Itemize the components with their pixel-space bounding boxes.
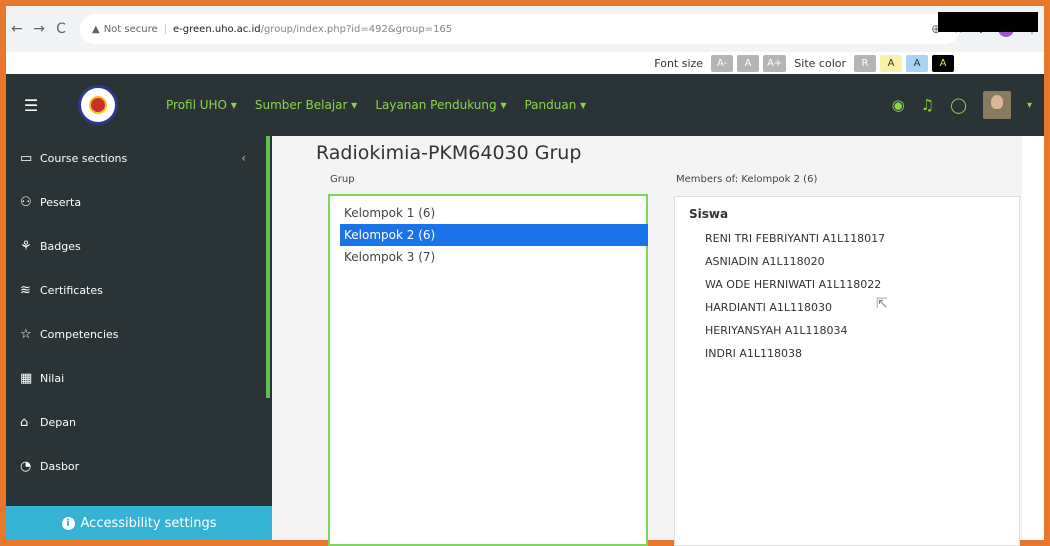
nav-sumber-belajar-label: Sumber Belajar	[254, 98, 348, 112]
sidebar-item-label: Nilai	[40, 371, 65, 385]
sidebar-item-label: Course sections	[40, 151, 128, 165]
font-decrease-button[interactable]: A-	[711, 54, 734, 72]
url-path: /group/index.php?id=492&group=165	[260, 23, 453, 35]
sidebar-item-label: Certificates	[40, 283, 103, 297]
nav-panduan[interactable]: Panduan ▾	[524, 98, 586, 112]
chat-bubble-icon[interactable]: ◯	[950, 96, 967, 114]
sidebar-item-label: Peserta	[40, 195, 82, 209]
gauge-icon: ◔	[20, 458, 32, 474]
sidebar-item-label: Badges	[40, 239, 81, 253]
sidebar-item-nilai[interactable]: ▦ Nilai	[6, 356, 272, 400]
sidebar-item-peserta[interactable]: ⚇ Peserta	[6, 180, 272, 224]
main-content: Radiokimia-PKM64030 Grup Grup Members of…	[272, 136, 1044, 546]
folder-icon: ▭	[20, 150, 33, 166]
window-controls-overlay	[938, 12, 1038, 32]
accessibility-toolbar: Font size A- A A+ Site color R A A A	[6, 52, 1044, 74]
nav-panduan-label: Panduan	[524, 98, 577, 112]
security-indicator[interactable]: Not secure	[104, 24, 158, 35]
member-item: RENI TRI FEBRIYANTI A1L118017	[705, 232, 886, 245]
font-size-label: Font size	[654, 56, 704, 70]
user-menu-caret-icon[interactable]: ▾	[1027, 100, 1032, 111]
accessibility-settings-label: Accessibility settings	[80, 515, 217, 531]
nav-profil-uho-label: Profil UHO	[166, 98, 227, 112]
nav-profil-uho[interactable]: Profil UHO ▾	[166, 98, 237, 112]
user-avatar[interactable]	[982, 91, 1011, 119]
navbar-icons: ◉ ♫ ◯ ▾	[892, 74, 1032, 136]
group-select-label: Grup	[330, 174, 355, 185]
reload-icon[interactable]: C	[50, 21, 72, 37]
color-black-button[interactable]: A	[932, 54, 954, 72]
sidebar-item-dasbor[interactable]: ◔ Dasbor	[6, 444, 272, 488]
globe-icon[interactable]: ◉	[892, 96, 905, 114]
site-navbar: ☰ Profil UHO ▾ Sumber Belajar ▾ Layanan …	[6, 74, 1044, 136]
chevron-down-icon: ▾	[351, 98, 358, 112]
member-item: HERIYANSYAH A1L118034	[705, 324, 848, 337]
warning-icon: ▲	[92, 23, 100, 35]
page-title: Radiokimia-PKM64030 Grup	[316, 142, 582, 164]
member-item: INDRI A1L118038	[705, 347, 802, 360]
members-role-heading: Siswa	[689, 207, 729, 221]
site-color-label: Site color	[794, 56, 846, 70]
group-option-kelompok-3[interactable]: Kelompok 3 (7)	[342, 246, 634, 268]
group-option-kelompok-1[interactable]: Kelompok 1 (6)	[342, 202, 634, 224]
info-icon: i	[61, 516, 75, 530]
url-host: e-green.uho.ac.id	[173, 23, 261, 35]
back-icon[interactable]: ←	[6, 21, 28, 37]
color-blue-button[interactable]: A	[906, 54, 928, 72]
collapse-chevron-icon[interactable]: ‹	[241, 151, 246, 165]
sidebar-scroll-accent	[266, 136, 270, 398]
home-icon: ⌂	[20, 414, 29, 430]
members-list: Siswa RENI TRI FEBRIYANTI A1L118017 ASNI…	[674, 196, 1020, 546]
font-reset-button[interactable]: A	[737, 54, 760, 72]
sidebar-item-competencies[interactable]: ☆ Competencies	[6, 312, 272, 356]
chevron-down-icon: ▾	[230, 98, 237, 112]
group-option-kelompok-2[interactable]: Kelompok 2 (6)	[340, 224, 648, 246]
chevron-down-icon: ▾	[580, 98, 587, 112]
url-separator: |	[163, 23, 168, 35]
logo-emblem	[89, 96, 107, 114]
color-yellow-button[interactable]: A	[880, 54, 902, 72]
certificate-icon: ≋	[20, 282, 31, 298]
group-select-list[interactable]: Kelompok 1 (6) Kelompok 2 (6) Kelompok 3…	[328, 194, 648, 546]
sidebar-item-label: Dasbor	[40, 459, 80, 473]
forward-icon[interactable]: →	[28, 21, 50, 37]
browser-toolbar: ← → C ▲ Not secure | e-green.uho.ac.id /…	[6, 6, 1044, 52]
member-item: WA ODE HERNIWATI A1L118022	[705, 278, 882, 291]
sidebar-item-label: Depan	[40, 415, 76, 429]
sidebar-item-depan[interactable]: ⌂ Depan	[6, 400, 272, 444]
sidebar-item-label: Competencies	[40, 327, 119, 341]
hamburger-menu-icon[interactable]: ☰	[6, 96, 56, 115]
nav-menu: Profil UHO ▾ Sumber Belajar ▾ Layanan Pe…	[166, 98, 586, 112]
chevron-down-icon: ▾	[500, 98, 507, 112]
bell-icon[interactable]: ♫	[921, 96, 934, 114]
table-icon: ▦	[20, 370, 33, 386]
sidebar-item-course-sections[interactable]: ▭ Course sections ‹	[6, 136, 272, 180]
mouse-cursor-icon: ⇱	[876, 296, 888, 312]
color-reset-button[interactable]: R	[854, 54, 876, 72]
members-label: Members of: Kelompok 2 (6)	[676, 174, 818, 185]
accessibility-settings-button[interactable]: i Accessibility settings	[6, 506, 272, 540]
member-item: HARDIANTI A1L118030	[705, 301, 833, 314]
sidebar-item-badges[interactable]: ⚘ Badges	[6, 224, 272, 268]
star-icon: ☆	[20, 326, 32, 342]
content-right-margin	[1022, 136, 1044, 540]
nav-layanan-pendukung[interactable]: Layanan Pendukung ▾	[375, 98, 506, 112]
nav-sumber-belajar[interactable]: Sumber Belajar ▾	[255, 98, 357, 112]
badge-icon: ⚘	[20, 238, 32, 254]
font-increase-button[interactable]: A+	[763, 54, 787, 72]
sidebar: ▭ Course sections ‹ ⚇ Peserta ⚘ Badges ≋…	[6, 136, 272, 540]
frame-right	[1044, 0, 1050, 546]
member-item: ASNIADIN A1L118020	[705, 255, 825, 268]
sidebar-item-certificates[interactable]: ≋ Certificates	[6, 268, 272, 312]
uho-logo[interactable]	[78, 85, 118, 125]
address-bar[interactable]: ▲ Not secure | e-green.uho.ac.id /group/…	[80, 14, 960, 44]
users-icon: ⚇	[20, 194, 32, 210]
nav-layanan-pendukung-label: Layanan Pendukung	[375, 98, 497, 112]
